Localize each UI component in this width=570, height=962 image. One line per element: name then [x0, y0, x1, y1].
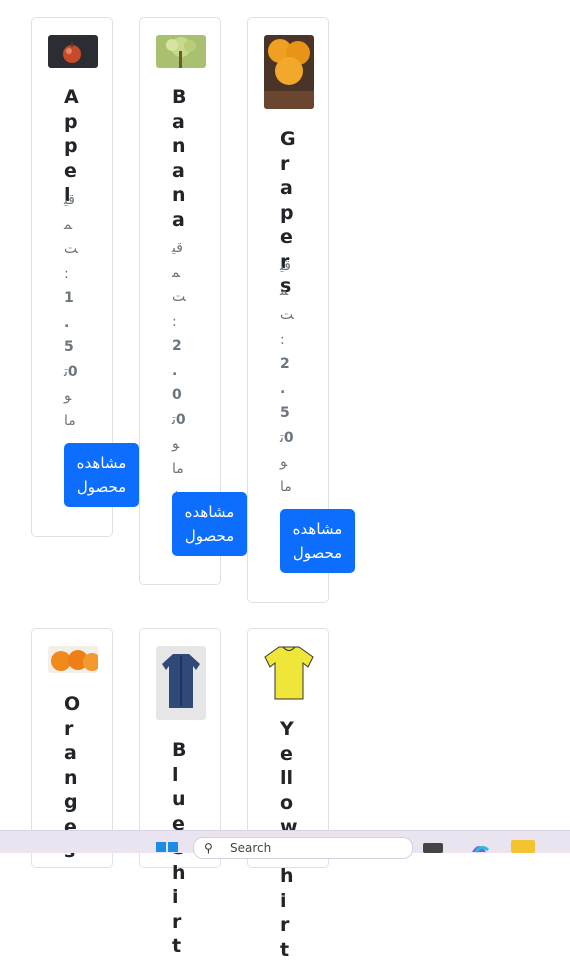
windows-start-icon[interactable] [156, 839, 178, 853]
copilot-icon[interactable] [468, 839, 490, 853]
search-icon: ⚲ [204, 841, 213, 855]
view-product-button[interactable]: مشاهده محصول [64, 443, 139, 507]
search-placeholder: Search [230, 841, 272, 855]
product-image-blue-shirt [156, 646, 206, 720]
product-card-appel: Appel قیمت:1.50تومان مشاهده محصول [31, 17, 139, 537]
product-card-grapers: Grapers قیمت:2.50تومان مشاهده محصول [247, 17, 355, 603]
product-image-apple [48, 35, 98, 68]
product-image-banana [156, 35, 206, 68]
product-price: قیمت:1.50تومان [64, 192, 78, 453]
product-image-yellow-shirt [264, 643, 314, 703]
product-price: قیمت:2.50تومان [280, 258, 294, 519]
product-price: قیمت:2.00تومان [172, 240, 186, 501]
product-image-oranges [264, 35, 314, 109]
file-explorer-icon[interactable] [511, 840, 535, 853]
view-product-button[interactable]: مشاهده محصول [172, 492, 247, 556]
product-title: Banana [172, 86, 187, 231]
product-image-tangerines [48, 646, 98, 673]
taskbar: ⚲ Search [0, 830, 570, 859]
view-product-button[interactable]: مشاهده محصول [280, 509, 355, 573]
search-box[interactable]: ⚲ Search [193, 837, 413, 859]
product-card-banana: Banana قیمت:2.00تومان مشاهده محصول [139, 17, 247, 585]
